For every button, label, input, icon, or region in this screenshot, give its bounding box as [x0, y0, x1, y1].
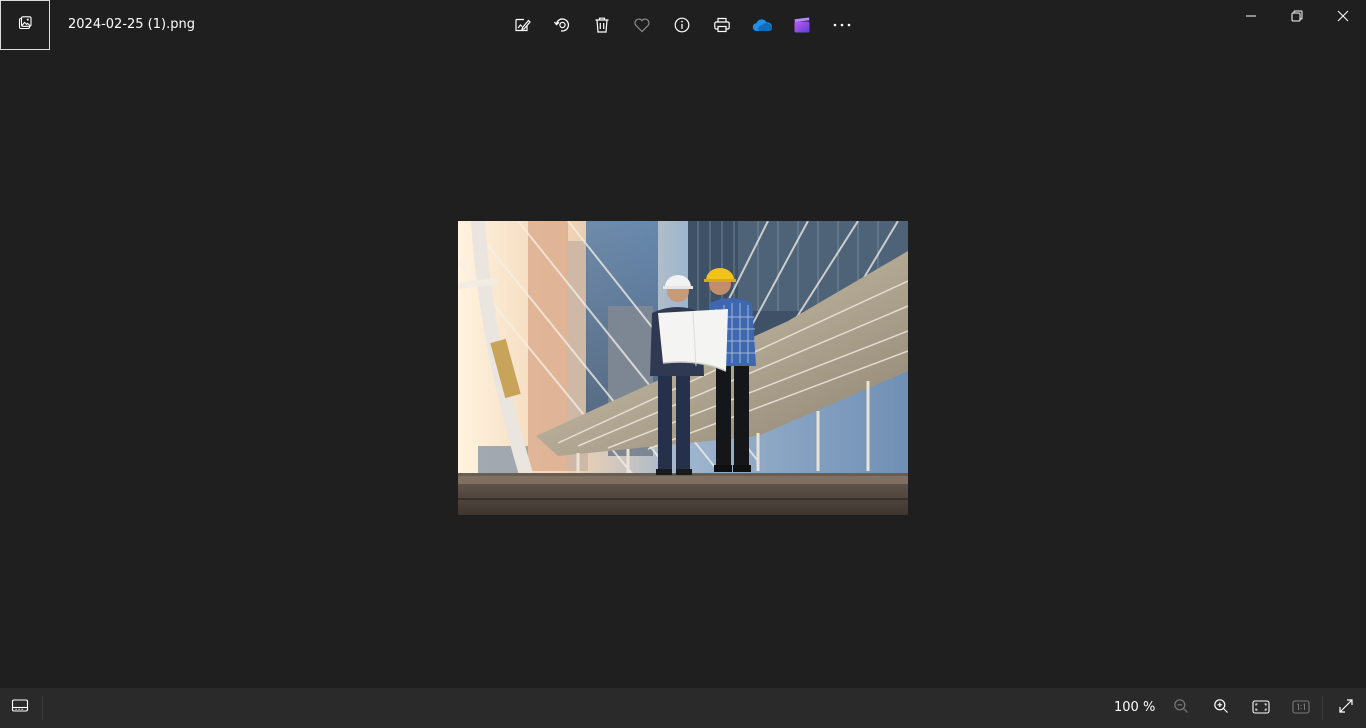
file-info-button[interactable] [662, 9, 702, 41]
photos-app-icon [17, 15, 33, 35]
zoom-out-button[interactable] [1165, 692, 1197, 724]
actual-size-icon [1292, 699, 1310, 718]
photos-app-button[interactable] [0, 0, 50, 50]
info-icon [673, 16, 691, 34]
filmstrip-icon [11, 698, 29, 718]
more-options-icon [832, 22, 852, 28]
full-screen-button[interactable] [1330, 692, 1362, 724]
edit-image-button[interactable] [502, 9, 542, 41]
close-icon [1337, 7, 1349, 26]
onedrive-cloud-icon [751, 17, 773, 33]
window-controls [1228, 0, 1366, 32]
zoom-level-label[interactable]: 100 % [1114, 699, 1155, 717]
onedrive-button[interactable] [742, 9, 782, 41]
zoom-in-icon [1213, 698, 1229, 718]
rotate-button[interactable] [542, 9, 582, 41]
bottom-bar-divider [42, 696, 43, 720]
minimize-icon [1245, 7, 1257, 26]
favorite-heart-icon [633, 16, 651, 34]
photo-illustration [458, 221, 908, 515]
more-options-button[interactable] [822, 9, 862, 41]
photos-app-window: 2024-02-25 (1).png 100 % [0, 0, 1366, 728]
bottom-bar: 100 % [0, 688, 1366, 728]
fit-to-window-button[interactable] [1245, 692, 1277, 724]
file-name-title: 2024-02-25 (1).png [68, 17, 195, 32]
clipchamp-button[interactable] [782, 9, 822, 41]
delete-button[interactable] [582, 9, 622, 41]
close-button[interactable] [1320, 0, 1366, 32]
favorite-button[interactable] [622, 9, 662, 41]
toolbar [502, 9, 862, 41]
expand-arrows-icon [1338, 698, 1354, 718]
restore-icon [1291, 7, 1303, 26]
title-bar: 2024-02-25 (1).png [0, 0, 1366, 50]
restore-button[interactable] [1274, 0, 1320, 32]
print-icon [713, 16, 731, 34]
clipchamp-icon [793, 16, 811, 34]
displayed-photo[interactable] [458, 221, 908, 515]
filmstrip-toggle-button[interactable] [0, 688, 40, 728]
delete-icon [593, 16, 611, 34]
edit-image-icon [513, 16, 531, 34]
minimize-button[interactable] [1228, 0, 1274, 32]
print-button[interactable] [702, 9, 742, 41]
actual-size-button[interactable] [1285, 692, 1317, 724]
bottom-bar-divider-right [1322, 696, 1323, 720]
rotate-icon [553, 16, 571, 34]
fit-to-window-icon [1252, 699, 1270, 718]
zoom-out-icon [1173, 698, 1189, 718]
zoom-in-button[interactable] [1205, 692, 1237, 724]
